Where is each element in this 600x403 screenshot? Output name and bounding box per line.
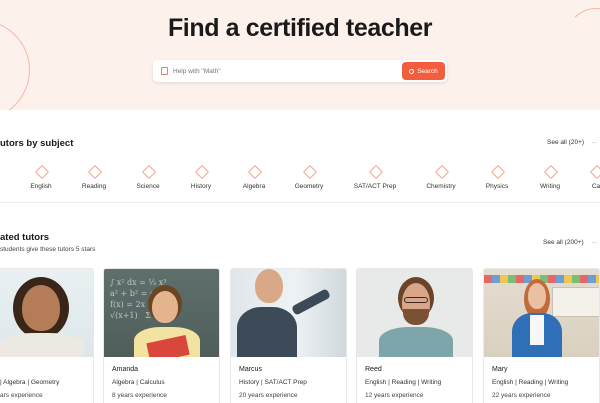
subject-item[interactable]: Ca bbox=[566, 166, 600, 190]
tutor-experience: 8 years experience bbox=[112, 392, 167, 399]
search-input[interactable] bbox=[173, 64, 393, 78]
tutor-photo: ∫ x² dx = ⅓ x³ a² + b² = c² f(x) = 2x + 5 √… bbox=[104, 269, 219, 357]
hexagon-icon bbox=[249, 166, 259, 176]
hexagon-icon bbox=[304, 166, 314, 176]
hero-banner: Find a certified teacher Search bbox=[0, 0, 600, 110]
hexagon-icon bbox=[492, 166, 502, 176]
subject-label: SAT/ACT Prep bbox=[353, 183, 397, 190]
tutor-card[interactable]: ∫ x² dx = ⅓ x³ a² + b² = c² f(x) = 2x + 5 √… bbox=[103, 268, 220, 403]
tutor-card[interactable]: Marcus History | SAT/ACT Prep 20 years e… bbox=[230, 268, 347, 403]
arrow-left-icon[interactable]: ← bbox=[591, 237, 599, 246]
section-title-subjects: utors by subject bbox=[0, 138, 74, 149]
page: Find a certified teacher Search utors by… bbox=[0, 0, 600, 403]
tutor-experience: 20 years experience bbox=[239, 392, 298, 399]
tutor-card[interactable]: Mary English | Reading | Writing 22 year… bbox=[483, 268, 600, 403]
subject-item[interactable]: Reading bbox=[64, 166, 124, 190]
subject-item[interactable]: SAT/ACT Prep bbox=[345, 166, 405, 190]
tutor-card[interactable]: Reed English | Reading | Writing 12 year… bbox=[356, 268, 473, 403]
hexagon-icon bbox=[196, 166, 206, 176]
tutor-card[interactable]: | Algebra | Geometry ars experience bbox=[0, 268, 94, 403]
page-title: Find a certified teacher bbox=[167, 14, 433, 42]
tutor-experience: 22 years experience bbox=[492, 392, 551, 399]
subject-label: English bbox=[30, 183, 52, 190]
hexagon-icon bbox=[370, 166, 380, 176]
tutor-photo bbox=[0, 269, 93, 357]
divider bbox=[0, 202, 600, 203]
subject-item[interactable]: Physics bbox=[467, 166, 527, 190]
search-icon bbox=[409, 68, 415, 74]
search-button[interactable]: Search bbox=[402, 62, 445, 80]
subject-item[interactable]: History bbox=[171, 166, 231, 190]
tutor-name: Mary bbox=[492, 366, 508, 373]
section-title-tutors: ated tutors bbox=[0, 232, 50, 243]
hexagon-icon bbox=[143, 166, 153, 176]
see-all-tutors-link[interactable]: See all (200+) bbox=[543, 239, 584, 246]
subject-label: Ca bbox=[591, 183, 600, 190]
hexagon-icon bbox=[436, 166, 446, 176]
hexagon-icon bbox=[36, 166, 46, 176]
book-icon bbox=[161, 67, 168, 75]
tutor-name: Amanda bbox=[112, 366, 139, 373]
subject-label: Algebra bbox=[242, 183, 266, 190]
subject-label: Geometry bbox=[294, 183, 324, 190]
subject-item[interactable]: Chemistry bbox=[411, 166, 471, 190]
subject-label: Science bbox=[136, 183, 160, 190]
tutor-subjects: English | Reading | Writing bbox=[492, 379, 569, 386]
tutor-photo bbox=[357, 269, 472, 357]
subject-item[interactable]: Algebra bbox=[224, 166, 284, 190]
tutor-name: Marcus bbox=[239, 366, 262, 373]
tutor-photo bbox=[231, 269, 346, 357]
see-all-subjects-link[interactable]: See all (20+) bbox=[547, 139, 584, 146]
hexagon-icon bbox=[591, 166, 600, 176]
tutor-photo bbox=[484, 269, 599, 357]
tutor-experience: 12 years experience bbox=[365, 392, 424, 399]
tutor-subjects: English | Reading | Writing bbox=[365, 379, 442, 386]
subject-label: Reading bbox=[81, 183, 107, 190]
hexagon-icon bbox=[89, 166, 99, 176]
tutor-subjects: | Algebra | Geometry bbox=[0, 379, 60, 386]
tutor-subjects: History | SAT/ACT Prep bbox=[239, 379, 307, 386]
search-bar: Search bbox=[153, 60, 447, 82]
tutor-experience: ars experience bbox=[0, 392, 43, 399]
arrow-left-icon[interactable]: ← bbox=[591, 137, 599, 146]
subject-label: Chemistry bbox=[426, 183, 456, 190]
subject-item[interactable]: Science bbox=[118, 166, 178, 190]
search-button-label: Search bbox=[417, 67, 438, 75]
subject-item[interactable]: Geometry bbox=[279, 166, 339, 190]
tutor-subjects: Algebra | Calculus bbox=[112, 379, 165, 386]
subject-label: Physics bbox=[485, 183, 509, 190]
subject-label: History bbox=[190, 183, 212, 190]
section-subtitle: students give these tutors 5 stars bbox=[0, 246, 96, 253]
tutor-name: Reed bbox=[365, 366, 382, 373]
subject-item[interactable]: English bbox=[11, 166, 71, 190]
hexagon-icon bbox=[545, 166, 555, 176]
